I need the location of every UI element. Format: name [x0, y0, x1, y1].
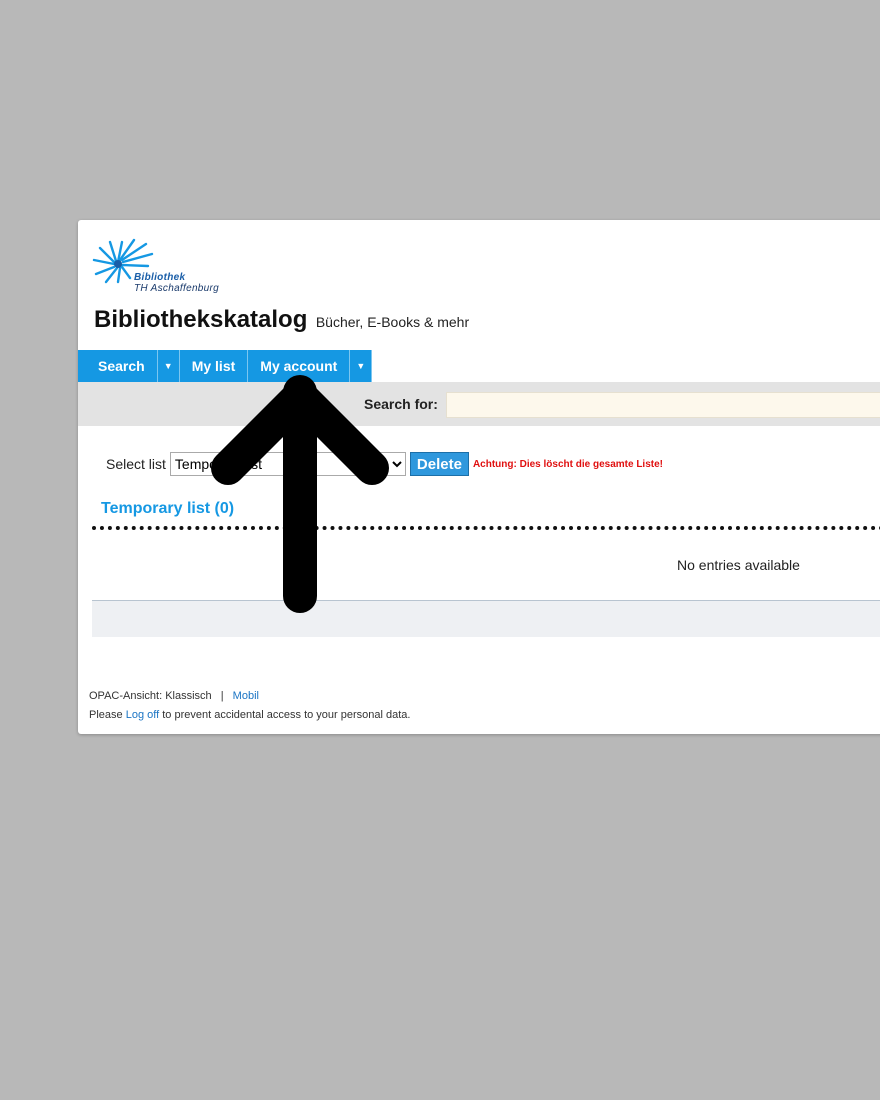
nav-search[interactable]: Search ▼ — [78, 350, 180, 382]
view-classic: Klassisch — [165, 690, 212, 702]
logo-text-university: TH Aschaffenburg — [134, 283, 220, 294]
chevron-down-icon[interactable]: ▼ — [156, 350, 179, 382]
nav-my-list[interactable]: My list — [179, 350, 249, 382]
page-subtitle: Bücher, E-Books & mehr — [315, 314, 470, 330]
delete-warning: Achtung: Dies löscht die gesamte Liste! — [472, 458, 663, 470]
nav-my-account[interactable]: My account ▼ — [248, 350, 373, 382]
logoff-link[interactable]: Log off — [126, 709, 159, 721]
title-row: Bibliothekskatalog Bücher, E-Books & meh… — [94, 306, 469, 334]
chevron-down-icon[interactable]: ▼ — [349, 350, 371, 382]
search-bar: Search for: — [78, 382, 880, 426]
list-select-row: Select list Temporary list Delete Achtun… — [106, 452, 663, 476]
page-title: Bibliothekskatalog — [94, 306, 308, 333]
temporary-list-link[interactable]: Temporary list (0) — [101, 500, 234, 518]
divider — [92, 526, 880, 530]
view-label: OPAC-Ansicht: — [89, 690, 163, 702]
list-select[interactable]: Temporary list — [169, 452, 406, 476]
nav-search-label[interactable]: Search — [78, 350, 157, 382]
delete-button[interactable]: Delete — [409, 452, 469, 476]
empty-message: No entries available — [677, 557, 800, 573]
nav-my-account-label[interactable]: My account — [248, 350, 349, 382]
select-list-label: Select list — [106, 456, 166, 472]
library-logo[interactable]: Bibliothek TH Aschaffenburg — [92, 236, 242, 300]
logo-text-library: Bibliothek — [134, 272, 186, 283]
nav-my-list-label[interactable]: My list — [180, 350, 248, 382]
logoff-text: to prevent accidental access to your per… — [162, 709, 411, 721]
search-input[interactable] — [446, 392, 880, 418]
catalog-window: Bibliothek TH Aschaffenburg Bibliotheksk… — [78, 220, 880, 734]
logoff-please: Please — [89, 709, 123, 721]
search-label: Search for: — [364, 396, 438, 412]
view-separator: | — [220, 690, 224, 702]
list-table-footer — [92, 600, 880, 637]
logoff-notice: Please Log off to prevent accidental acc… — [89, 709, 410, 721]
main-nav: Search ▼ My list My account ▼ — [78, 350, 373, 382]
view-mobile-link[interactable]: Mobil — [233, 690, 259, 702]
view-switcher: OPAC-Ansicht: Klassisch | Mobil — [89, 690, 259, 702]
